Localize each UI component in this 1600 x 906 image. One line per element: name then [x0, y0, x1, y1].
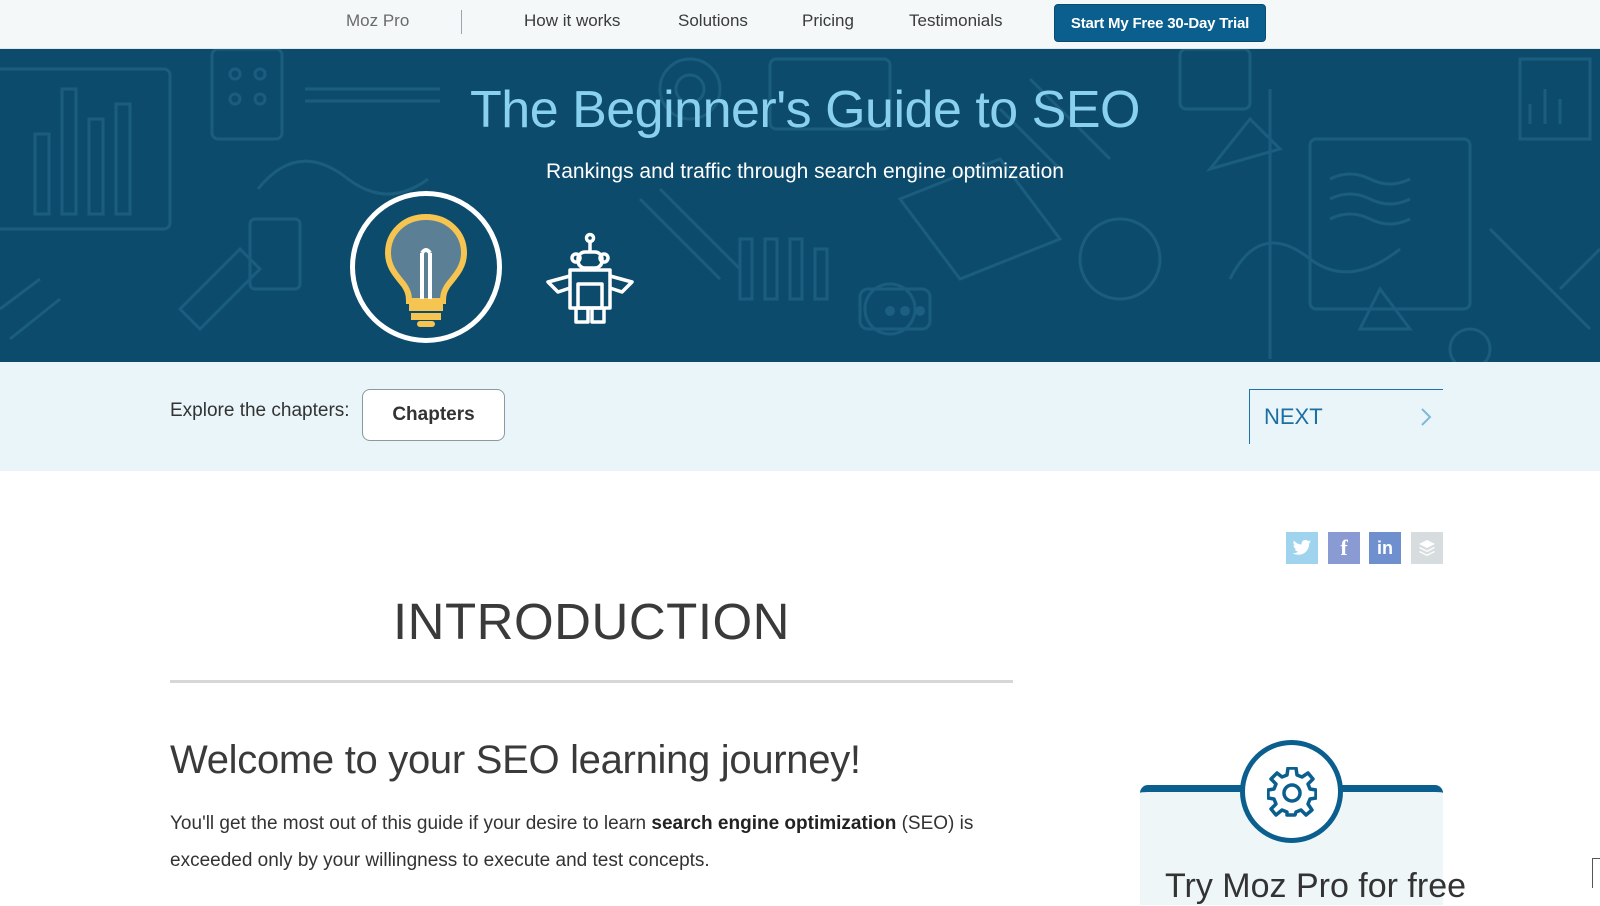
top-navigation: Moz Pro How it works Solutions Pricing T… [0, 0, 1600, 49]
nav-link-solutions[interactable]: Solutions [678, 11, 748, 31]
robot-icon [546, 232, 634, 324]
nav-divider [461, 10, 462, 34]
intro-text-bold: search engine optimization [651, 813, 897, 834]
buffer-icon [1419, 540, 1435, 556]
intro-heading: Welcome to your SEO learning journey! [170, 738, 861, 782]
nav-link-pricing[interactable]: Pricing [802, 11, 854, 31]
next-chapter-button[interactable]: NEXT [1249, 389, 1443, 444]
linkedin-share-button[interactable]: in [1369, 532, 1401, 564]
facebook-icon: f [1340, 535, 1348, 560]
section-title: INTRODUCTION [393, 593, 790, 650]
gear-badge [1240, 740, 1343, 843]
twitter-share-button[interactable] [1286, 532, 1318, 564]
brand-link-moz-pro[interactable]: Moz Pro [346, 11, 409, 31]
intro-paragraph: You'll get the most out of this guide if… [170, 805, 1000, 879]
nav-link-testimonials[interactable]: Testimonials [909, 11, 1003, 31]
buffer-share-button[interactable] [1411, 532, 1443, 564]
page-subtitle: Rankings and traffic through search engi… [546, 160, 1064, 183]
nav-link-how-it-works[interactable]: How it works [524, 11, 620, 31]
next-label: NEXT [1264, 404, 1323, 429]
linkedin-icon: in [1377, 537, 1393, 558]
lightbulb-badge [350, 191, 502, 343]
gear-icon [1267, 767, 1317, 817]
section-divider [170, 680, 1013, 683]
twitter-icon [1292, 539, 1312, 555]
page-title: The Beginner's Guide to SEO [470, 81, 1140, 139]
promo-card-title: Try Moz Pro for free [1165, 867, 1467, 905]
resize-handle[interactable] [1592, 858, 1600, 888]
chevron-right-icon [1421, 408, 1432, 426]
free-trial-button[interactable]: Start My Free 30-Day Trial [1054, 4, 1266, 42]
chapters-dropdown-button[interactable]: Chapters [362, 389, 505, 441]
hero-banner: The Beginner's Guide to SEO Rankings and… [0, 49, 1600, 362]
explore-chapters-label: Explore the chapters: [170, 400, 350, 421]
facebook-share-button[interactable]: f [1328, 532, 1360, 564]
intro-text-part1: You'll get the most out of this guide if… [170, 813, 652, 834]
lightbulb-icon [384, 213, 468, 327]
